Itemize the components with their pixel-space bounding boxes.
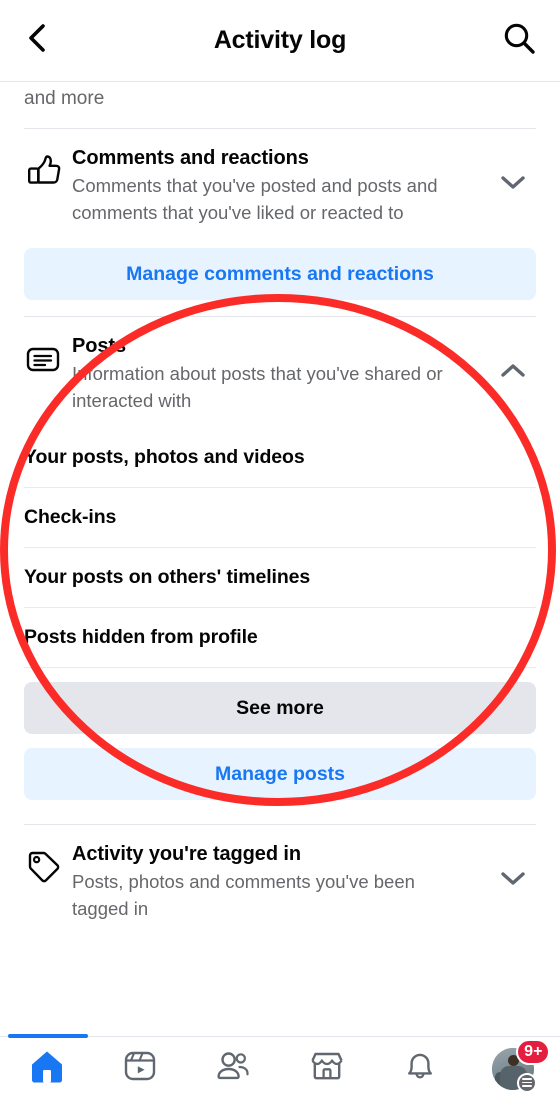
expand-toggle-comments[interactable] bbox=[490, 174, 536, 197]
marketplace-icon bbox=[308, 1047, 346, 1090]
nav-item-reels[interactable] bbox=[93, 1037, 186, 1100]
friends-icon bbox=[214, 1047, 252, 1090]
nav-item-marketplace[interactable] bbox=[280, 1037, 373, 1100]
thumbs-up-icon bbox=[24, 145, 72, 191]
see-more-button[interactable]: See more bbox=[24, 682, 536, 734]
section-comments-and-reactions[interactable]: Comments and reactions Comments that you… bbox=[0, 129, 560, 236]
manage-posts-button-wrap: Manage posts bbox=[0, 748, 560, 800]
hamburger-menu-icon[interactable] bbox=[517, 1072, 538, 1093]
page-title: Activity log bbox=[213, 26, 347, 54]
scroll-content[interactable]: and more Comments and reactions Comments… bbox=[0, 82, 560, 1036]
list-item[interactable]: Check-ins bbox=[24, 488, 536, 547]
list-item[interactable]: Your posts on others' timelines bbox=[24, 548, 536, 607]
nav-item-home[interactable] bbox=[0, 1033, 93, 1100]
activity-log-screen: Activity log and more Comments and react… bbox=[0, 0, 560, 1100]
section-title: Activity you're tagged in bbox=[72, 843, 301, 865]
chevron-down-icon bbox=[500, 870, 526, 893]
section-title: Posts bbox=[72, 335, 126, 357]
active-tab-indicator bbox=[8, 1033, 88, 1038]
notification-badge: 9+ bbox=[516, 1038, 551, 1065]
nav-item-profile[interactable]: 9+ bbox=[467, 1037, 560, 1100]
section-description: Comments that you've posted and posts an… bbox=[72, 175, 438, 223]
posts-sub-items: Your posts, photos and videos Check-ins … bbox=[0, 424, 560, 668]
home-icon bbox=[27, 1046, 67, 1091]
tag-icon bbox=[24, 841, 72, 887]
bell-icon bbox=[401, 1047, 439, 1090]
chevron-left-icon bbox=[24, 22, 50, 59]
bottom-navigation-bar: 9+ bbox=[0, 1033, 560, 1100]
section-title: Comments and reactions bbox=[72, 147, 309, 169]
manage-posts-button[interactable]: Manage posts bbox=[24, 748, 536, 800]
section-text: Activity you're tagged in Posts, photos … bbox=[72, 841, 490, 922]
reels-icon bbox=[121, 1047, 159, 1090]
avatar[interactable]: 9+ bbox=[492, 1038, 551, 1093]
collapse-toggle-posts[interactable] bbox=[490, 362, 536, 385]
manage-comments-and-reactions-button[interactable]: Manage comments and reactions bbox=[24, 248, 536, 300]
search-icon bbox=[502, 21, 536, 60]
list-item[interactable]: Your posts, photos and videos bbox=[24, 428, 536, 487]
nav-item-friends[interactable] bbox=[187, 1037, 280, 1100]
see-more-button-wrap: See more bbox=[0, 682, 560, 734]
partial-previous-section-text: and more bbox=[24, 88, 105, 109]
section-description: Information about posts that you've shar… bbox=[72, 363, 443, 411]
note-icon bbox=[24, 333, 72, 379]
section-posts[interactable]: Posts Information about posts that you'v… bbox=[0, 317, 560, 424]
section-description: Posts, photos and comments you've been t… bbox=[72, 871, 415, 919]
nav-item-notifications[interactable] bbox=[373, 1037, 466, 1100]
chevron-up-icon bbox=[500, 362, 526, 385]
app-header: Activity log bbox=[0, 0, 560, 82]
section-activity-tagged-in[interactable]: Activity you're tagged in Posts, photos … bbox=[0, 825, 560, 932]
section-text: Comments and reactions Comments that you… bbox=[72, 145, 490, 226]
section-text: Posts Information about posts that you'v… bbox=[72, 333, 490, 414]
search-button[interactable] bbox=[496, 21, 536, 61]
chevron-down-icon bbox=[500, 174, 526, 197]
expand-toggle-tagged[interactable] bbox=[490, 870, 536, 893]
back-button[interactable] bbox=[24, 21, 64, 61]
list-item[interactable]: Posts hidden from profile bbox=[24, 608, 536, 667]
manage-comments-button-wrap: Manage comments and reactions bbox=[0, 236, 560, 316]
